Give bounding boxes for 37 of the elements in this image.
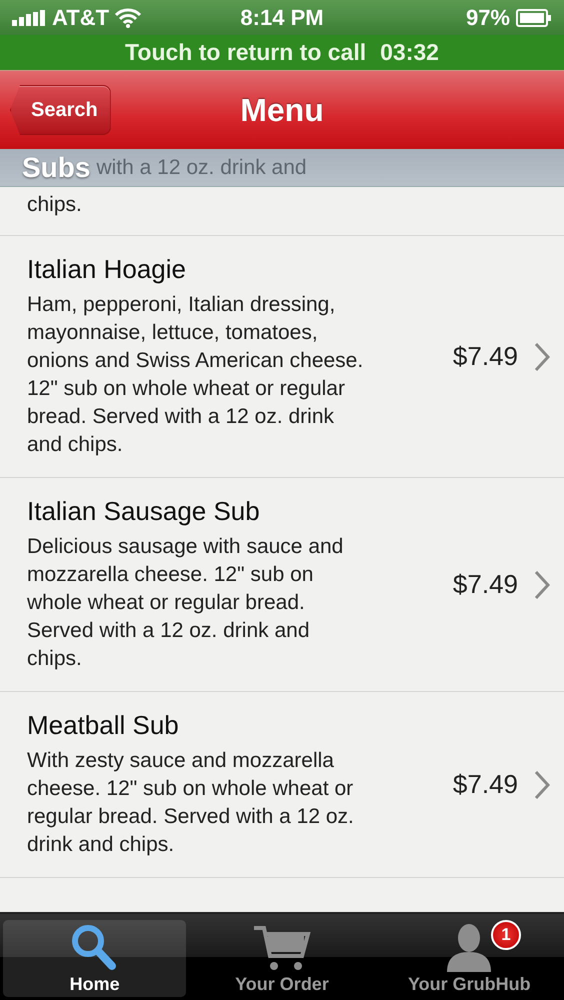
carrier-name: AT&T	[52, 4, 110, 30]
chevron-icon	[534, 770, 550, 800]
item-description: Delicious sausage with sauce and mozzarella cheese. 12" sub on whole wheat or regular bread. Served with a 12 oz. drink and chips.	[27, 534, 344, 672]
menu-item-row[interactable]: Meatball Sub With zesty sauce and mozzarella cheese. 12" sub on whole wheat or regular bread. Served with a 12 oz. drink and chips. $7.49	[0, 692, 564, 878]
chevron-icon	[534, 342, 550, 372]
chevron-icon	[534, 570, 550, 600]
item-price: $7.49	[452, 341, 518, 372]
back-button[interactable]: Search	[10, 85, 111, 135]
item-name: Italian Sausage Sub	[27, 496, 261, 527]
section-title: Subs	[22, 152, 90, 184]
tab-label: Your GrubHub	[408, 974, 531, 995]
tab[interactable]: Your GrubHub 1	[378, 920, 561, 997]
item-price: $7.49	[452, 569, 518, 600]
tab-label: Your Order	[235, 974, 329, 995]
clock-time: 8:14 PM	[240, 4, 324, 30]
menu-item-row[interactable]: Italian Sausage Sub Delicious sausage with sauce and mozzarella cheese. 12" sub on whole wheat or regular bread. Served with a 12 oz. drink and chips. $7.49	[0, 478, 564, 692]
item-description: Ham, pepperoni, Italian dressing, mayonnaise, lettuce, tomatoes, onions and Swiss American cheese. 12" sub on whole wheat or regular bread. Served with a 12 oz. drink and chips.	[27, 292, 364, 458]
tab[interactable]: Home	[3, 920, 186, 997]
tab-label: Home	[70, 974, 120, 995]
item-price: $7.49	[452, 769, 518, 800]
wifi-icon	[115, 8, 142, 28]
battery-icon	[516, 8, 552, 26]
call-text: Touch to return to call	[125, 39, 366, 66]
notification-badge: 1	[490, 920, 521, 950]
signal-icon	[12, 10, 46, 26]
item-description: With zesty sauce and mozzarella cheese. 12" sub on whole wheat or regular bread. Served with a 12 oz. drink and chips.	[27, 748, 355, 858]
person-icon	[445, 922, 494, 972]
item-description: chips.	[27, 192, 83, 218]
menu-item-row[interactable]: Italian Hoagie Ham, pepperoni, Italian dressing, mayonnaise, lettuce, tomatoes, onions and Swiss American cheese. 12" sub on whole wheat or regular bread. Served with a 12 oz. drink and chips. $7.49	[0, 236, 564, 478]
battery-percent: 97%	[466, 4, 510, 30]
item-name: Meatball Sub	[27, 710, 180, 741]
scrolled-text: with a 12 oz. drink and	[96, 156, 307, 180]
call-banner[interactable]: Touch to return to call 03:32	[0, 35, 564, 70]
tab[interactable]: Your Order	[190, 920, 374, 997]
call-timer: 03:32	[380, 39, 439, 66]
item-name: Italian Hoagie	[27, 254, 187, 285]
screen-title: Menu	[240, 92, 324, 128]
